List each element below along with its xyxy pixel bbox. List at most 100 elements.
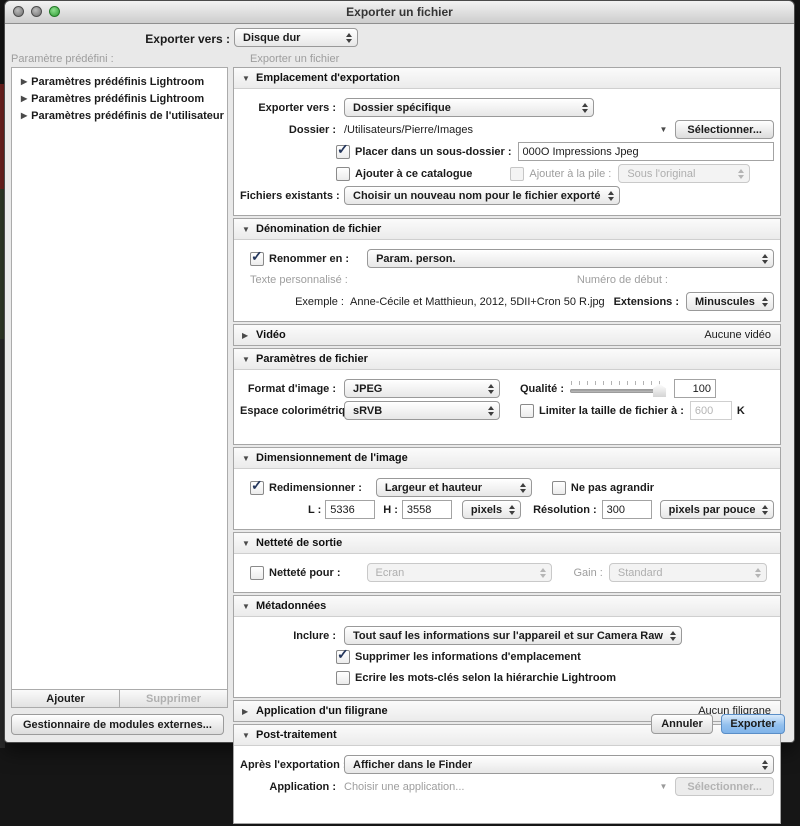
rename-template-select[interactable]: Param. person.: [367, 249, 774, 268]
close-button-icon[interactable]: [13, 6, 24, 17]
disclosure-right-icon[interactable]: ▶: [21, 94, 27, 103]
include-select[interactable]: Tout sauf les informations sur l'apparei…: [344, 626, 682, 645]
slider-ticks: [571, 381, 664, 385]
sharpen-amount-select: Standard: [609, 563, 767, 582]
section-header-file-naming[interactable]: ▼ Dénomination de fichier: [234, 219, 780, 240]
add-to-stack-select: Sous l'original: [618, 164, 750, 183]
section-body: ✓ Renommer en : Param. person. Texte per…: [234, 240, 780, 321]
add-to-stack-label: Ajouter à la pile :: [529, 168, 611, 180]
rename-label: Renommer en :: [269, 253, 349, 265]
after-export-value: Afficher dans le Finder: [353, 759, 755, 771]
spacer: [240, 423, 774, 437]
rename-template-value: Param. person.: [376, 253, 755, 265]
add-to-catalog-checkbox[interactable]: [336, 167, 350, 181]
application-menu-triangle-icon: ▼: [659, 782, 667, 791]
resize-checkbox[interactable]: ✓: [250, 481, 264, 495]
disclosure-down-icon[interactable]: ▼: [242, 225, 256, 234]
export-destination-select[interactable]: Disque dur: [234, 28, 358, 47]
subfolder-input[interactable]: [518, 142, 775, 161]
add-to-catalog-label: Ajouter à ce catalogue: [355, 168, 472, 180]
resolution-input[interactable]: [602, 500, 652, 519]
height-input[interactable]: [402, 500, 452, 519]
colorspace-select[interactable]: sRVB: [344, 401, 500, 420]
disclosure-down-icon[interactable]: ▼: [242, 454, 256, 463]
popup-arrows-icon: [346, 33, 352, 43]
write-keywords-checkbox[interactable]: [336, 671, 350, 685]
extensions-select[interactable]: Minuscules: [686, 292, 774, 311]
image-format-label: Format d'image :: [240, 383, 336, 395]
disclosure-down-icon[interactable]: ▼: [242, 602, 256, 611]
disclosure-down-icon[interactable]: ▼: [242, 539, 256, 548]
disclosure-down-icon[interactable]: ▼: [242, 731, 256, 740]
resolution-unit-select[interactable]: pixels par pouce: [660, 500, 775, 519]
section-video: ▶ Vidéo Aucune vidéo: [233, 324, 781, 346]
preset-group-label: Paramètres prédéfinis de l'utilisateur: [31, 110, 224, 122]
quality-input[interactable]: [674, 379, 716, 398]
check-icon: ✓: [251, 249, 263, 263]
sharpen-amount-value: Standard: [618, 567, 748, 579]
subfolder-label: Placer dans un sous-dossier :: [355, 146, 512, 158]
section-body: ✓ Redimensionner : Largeur et hauteur Ne…: [234, 469, 780, 529]
folder-select-button[interactable]: Sélectionner...: [675, 120, 774, 139]
dimensions-row: L : H : pixels Résolution : pixels par p…: [240, 500, 774, 519]
popup-arrows-icon: [488, 406, 494, 416]
section-header-file-settings[interactable]: ▼ Paramètres de fichier: [234, 349, 780, 370]
section-header-metadata[interactable]: ▼ Métadonnées: [234, 596, 780, 617]
preset-group-lightroom-2[interactable]: ▶ Paramètres prédéfinis Lightroom: [12, 90, 227, 107]
plugin-manager-button[interactable]: Gestionnaire de modules externes...: [11, 714, 224, 735]
zoom-button-icon[interactable]: [49, 6, 60, 17]
add-preset-button[interactable]: Ajouter: [12, 690, 119, 707]
check-icon: ✓: [251, 478, 263, 492]
export-settings-panels: ▼ Emplacement d'exportation Exporter ver…: [233, 67, 781, 826]
rename-checkbox[interactable]: ✓: [250, 252, 264, 266]
cancel-button[interactable]: Annuler: [651, 714, 713, 734]
existing-files-value: Choisir un nouveau nom pour le fichier e…: [353, 190, 601, 202]
resize-label: Redimensionner :: [269, 482, 362, 494]
disclosure-right-icon[interactable]: ▶: [21, 111, 27, 120]
quality-slider[interactable]: [570, 380, 665, 397]
example-row: Exemple : Anne-Cécile et Matthieun, 2012…: [240, 292, 774, 311]
dimension-unit-select[interactable]: pixels: [462, 500, 521, 519]
sharpen-checkbox[interactable]: [250, 566, 264, 580]
disclosure-down-icon[interactable]: ▼: [242, 355, 256, 364]
add-to-stack-checkbox: [510, 167, 524, 181]
limit-size-checkbox[interactable]: [520, 404, 534, 418]
preset-list[interactable]: ▶ Paramètres prédéfinis Lightroom ▶ Para…: [12, 68, 227, 689]
disclosure-right-icon[interactable]: ▶: [21, 77, 27, 86]
preset-group-user[interactable]: ▶ Paramètres prédéfinis de l'utilisateur: [12, 107, 227, 124]
image-format-select[interactable]: JPEG: [344, 379, 500, 398]
popup-arrows-icon: [582, 103, 588, 113]
no-enlarge-checkbox[interactable]: [552, 481, 566, 495]
section-header-output-sharpening[interactable]: ▼ Netteté de sortie: [234, 533, 780, 554]
resize-mode-value: Largeur et hauteur: [385, 482, 513, 494]
remove-preset-button[interactable]: Supprimer: [119, 690, 227, 707]
section-metadata: ▼ Métadonnées Inclure : Tout sauf les in…: [233, 595, 781, 698]
export-button[interactable]: Exporter: [721, 714, 785, 734]
width-input[interactable]: [325, 500, 375, 519]
catalog-stack-row: Ajouter à ce catalogue Ajouter à la pile…: [240, 164, 774, 183]
section-header-video[interactable]: ▶ Vidéo Aucune vidéo: [234, 325, 780, 345]
export-to-row: Exporter vers : Dossier spécifique: [240, 98, 774, 117]
popup-arrows-icon: [488, 384, 494, 394]
preset-group-lightroom-1[interactable]: ▶ Paramètres prédéfinis Lightroom: [12, 73, 227, 90]
export-to-folder-select[interactable]: Dossier spécifique: [344, 98, 594, 117]
include-row: Inclure : Tout sauf les informations sur…: [240, 626, 774, 645]
existing-files-label: Fichiers existants :: [240, 190, 336, 202]
disclosure-right-icon[interactable]: ▶: [242, 707, 256, 716]
minimize-button-icon[interactable]: [31, 6, 42, 17]
section-title: Vidéo: [256, 329, 286, 341]
limit-size-label: Limiter la taille de fichier à :: [539, 405, 684, 417]
section-header-image-sizing[interactable]: ▼ Dimensionnement de l'image: [234, 448, 780, 469]
after-export-select[interactable]: Afficher dans le Finder: [344, 755, 774, 774]
title-bar[interactable]: Exporter un fichier: [5, 1, 794, 24]
remove-location-checkbox[interactable]: ✓: [336, 650, 350, 664]
slider-thumb[interactable]: [653, 384, 666, 397]
subfolder-checkbox[interactable]: ✓: [336, 145, 350, 159]
folder-menu-triangle-icon[interactable]: ▼: [659, 125, 667, 134]
disclosure-down-icon[interactable]: ▼: [242, 74, 256, 83]
resize-mode-select[interactable]: Largeur et hauteur: [376, 478, 532, 497]
section-header-export-location[interactable]: ▼ Emplacement d'exportation: [234, 68, 780, 89]
existing-files-select[interactable]: Choisir un nouveau nom pour le fichier e…: [344, 186, 620, 205]
disclosure-right-icon[interactable]: ▶: [242, 331, 256, 340]
include-label: Inclure :: [240, 630, 336, 642]
